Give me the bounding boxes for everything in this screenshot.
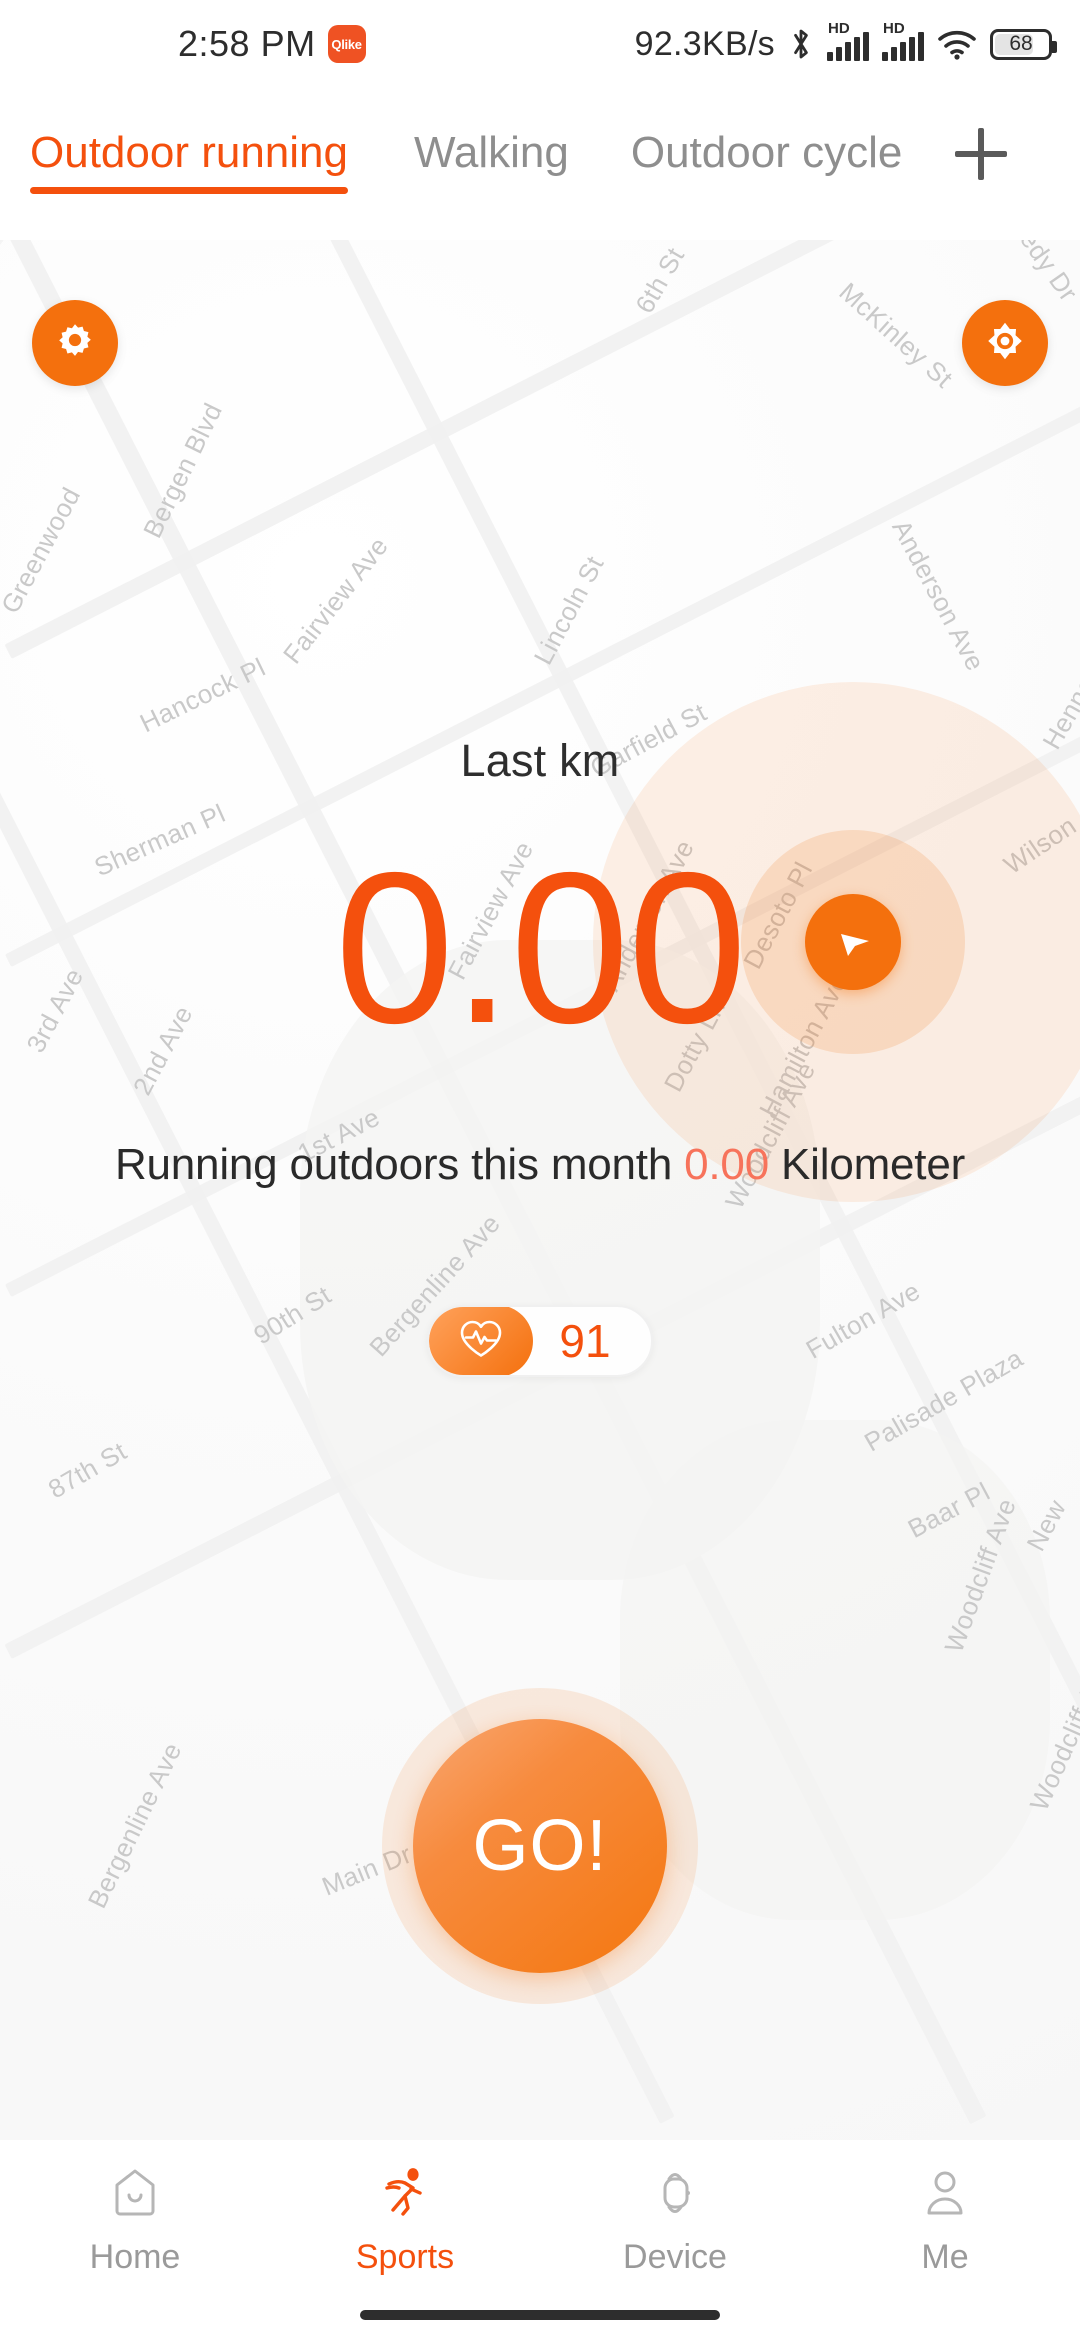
nav-item-sports-label: Sports	[355, 2238, 455, 2276]
last-km-label: Last km	[460, 735, 620, 786]
tab-outdoor-cycle-label: Outdoor cycle	[630, 128, 903, 177]
go-button[interactable]: GO!	[413, 1719, 667, 1973]
nav-item-me[interactable]: Me	[810, 2162, 1080, 2277]
heart-pulse-icon	[458, 1318, 504, 1365]
map-locate-button[interactable]	[962, 300, 1048, 386]
status-bar-right: 92.3KB/s HD HD 68	[634, 21, 1057, 64]
tab-outdoor-cycle[interactable]: Outdoor cycle	[631, 128, 902, 200]
nav-item-device-label: Device	[623, 2238, 727, 2276]
signal-sim2-icon: HD	[882, 21, 924, 61]
battery-icon: 68	[990, 28, 1057, 60]
person-icon	[914, 2162, 976, 2224]
tab-outdoor-running-label: Outdoor running	[30, 128, 348, 177]
heart-rate-pill[interactable]: 91	[427, 1305, 653, 1377]
status-time: 2:58 PM	[178, 23, 316, 64]
add-sport-button[interactable]	[946, 119, 1016, 189]
bluetooth-icon	[788, 26, 814, 62]
battery-level: 68	[1009, 32, 1033, 55]
bottom-navigation-bar: Home Sports Device Me	[0, 2140, 1080, 2300]
activity-tab-bar: Outdoor running Walking Outdoor cycle	[0, 88, 1080, 240]
smartwatch-icon	[644, 2162, 706, 2224]
heart-rate-badge	[429, 1307, 534, 1375]
app-notification-badge: Qlike	[327, 25, 366, 63]
tab-walking[interactable]: Walking	[414, 128, 569, 200]
signal-sim1-icon: HD	[827, 21, 869, 61]
tab-walking-label: Walking	[414, 128, 569, 177]
tab-active-underline	[30, 187, 348, 194]
nav-item-sports[interactable]: Sports	[270, 2162, 540, 2277]
nav-item-me-label: Me	[921, 2238, 969, 2276]
hd-label-sim2: HD	[883, 20, 905, 37]
monthly-distance-value: 0.00	[684, 1140, 769, 1189]
home-icon	[104, 2162, 166, 2224]
heart-rate-value: 91	[559, 1315, 611, 1367]
heart-rate-widget[interactable]: 91	[0, 1305, 1080, 1377]
phone-screen: 2:58 PM Qlike 92.3KB/s HD HD 68 Outdoor …	[0, 0, 1080, 2340]
gear-icon	[52, 318, 98, 369]
last-km-value: 0.00	[334, 827, 747, 1068]
monthly-distance-line: Running outdoors this month 0.00 Kilomet…	[0, 1140, 1080, 1190]
nav-item-home[interactable]: Home	[0, 2162, 270, 2277]
locate-target-icon	[982, 318, 1028, 369]
status-bar-left: 2:58 PM Qlike	[178, 23, 366, 65]
go-button-label: GO!	[472, 1806, 608, 1886]
monthly-distance-prefix: Running outdoors this month	[114, 1140, 673, 1189]
nav-item-home-label: Home	[89, 2238, 181, 2276]
tab-outdoor-running[interactable]: Outdoor running	[30, 128, 348, 200]
network-speed: 92.3KB/s	[634, 24, 775, 63]
hd-label-sim1: HD	[828, 20, 850, 37]
home-indicator[interactable]	[360, 2310, 720, 2320]
map-settings-button[interactable]	[32, 300, 118, 386]
nav-item-device[interactable]: Device	[540, 2162, 810, 2277]
monthly-distance-unit: Kilometer	[781, 1140, 966, 1189]
wifi-icon	[937, 28, 977, 60]
running-icon	[374, 2162, 436, 2224]
status-bar: 2:58 PM Qlike 92.3KB/s HD HD 68	[0, 0, 1080, 88]
